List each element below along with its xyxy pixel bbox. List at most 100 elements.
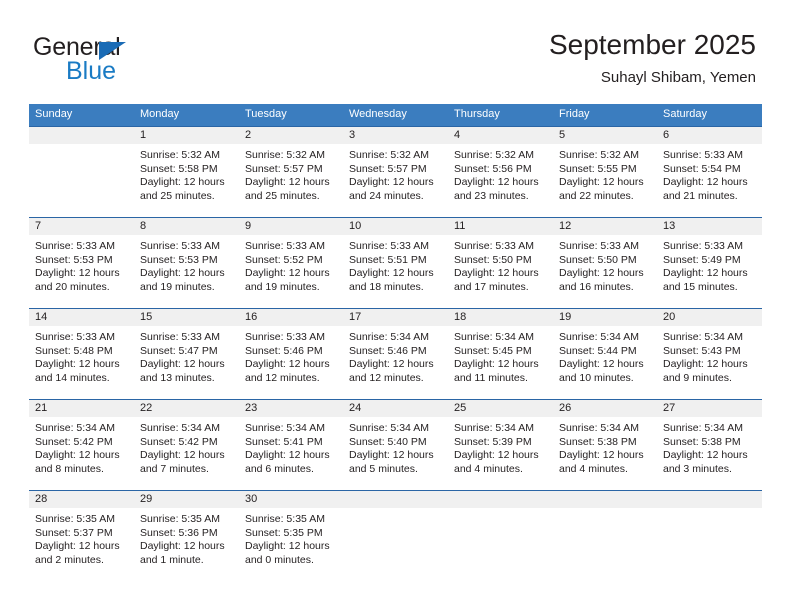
daylight-text-line2: and 7 minutes. [140,462,209,475]
calendar-day-cell[interactable]: 18 Sunrise: 5:34 AM Sunset: 5:45 PM Dayligh… [448,308,553,400]
daylight-text-line2: and 17 minutes. [454,280,529,293]
weekday-header-row: Sunday Monday Tuesday Wednesday Thursday… [29,104,762,127]
calendar-day-cell[interactable]: 25 Sunrise: 5:34 AM Sunset: 5:39 PM Dayligh… [448,399,553,491]
daylight-text-line1: Daylight: 12 hours [35,449,120,462]
calendar-day-cell[interactable]: 29 Sunrise: 5:35 AM Sunset: 5:36 PM Dayligh… [134,490,239,581]
calendar-day-cell[interactable]: 22 Sunrise: 5:34 AM Sunset: 5:42 PM Dayligh… [134,399,239,491]
daylight-text-line2: and 15 minutes. [663,280,738,293]
calendar-day-cell[interactable]: 4 Sunrise: 5:32 AM Sunset: 5:56 PM Daylight… [448,126,553,218]
calendar-day-cell[interactable]: 26 Sunrise: 5:34 AM Sunset: 5:38 PM Dayligh… [553,399,657,491]
day-sun-info: Sunrise: 5:32 AM Sunset: 5:57 PM Daylight:… [239,144,343,203]
day-number: 27 [657,400,762,417]
daylight-text-line1: Daylight: 12 hours [140,449,225,462]
calendar-day-cell[interactable]: 23 Sunrise: 5:34 AM Sunset: 5:41 PM Dayligh… [239,399,343,491]
sunset-text: Sunset: 5:41 PM [245,435,323,448]
sunset-text: Sunset: 5:46 PM [349,344,427,357]
sunset-text: Sunset: 5:49 PM [663,253,741,266]
day-number: 14 [29,309,134,326]
calendar-day-cell[interactable]: 20 Sunrise: 5:34 AM Sunset: 5:43 PM Dayligh… [657,308,762,400]
daylight-text-line2: and 3 minutes. [663,462,732,475]
day-sun-info: Sunrise: 5:33 AM Sunset: 5:50 PM Daylight:… [448,235,553,294]
sunrise-text: Sunrise: 5:33 AM [140,240,220,252]
calendar-day-cell[interactable]: 2 Sunrise: 5:32 AM Sunset: 5:57 PM Daylight… [239,126,343,218]
weekday-header-friday: Friday [553,104,657,127]
day-number: 6 [657,127,762,144]
daylight-text-line1: Daylight: 12 hours [349,449,434,462]
calendar-day-cell[interactable]: 19 Sunrise: 5:34 AM Sunset: 5:44 PM Dayligh… [553,308,657,400]
calendar-day-cell[interactable]: 7 Sunrise: 5:33 AM Sunset: 5:53 PM Daylight… [29,217,134,309]
day-sun-info: Sunrise: 5:33 AM Sunset: 5:47 PM Daylight:… [134,326,239,385]
daylight-text-line1: Daylight: 12 hours [35,540,120,553]
day-number: 8 [134,218,239,235]
calendar-day-cell[interactable]: 11 Sunrise: 5:33 AM Sunset: 5:50 PM Dayligh… [448,217,553,309]
day-number: 23 [239,400,343,417]
title-block: September 2025 Suhayl Shibam, Yemen [549,28,756,87]
sunset-text: Sunset: 5:51 PM [349,253,427,266]
day-number: 3 [343,127,448,144]
sunrise-text: Sunrise: 5:33 AM [349,240,429,252]
day-number: 4 [448,127,553,144]
calendar-day-cell[interactable]: 17 Sunrise: 5:34 AM Sunset: 5:46 PM Dayligh… [343,308,448,400]
sunset-text: Sunset: 5:38 PM [559,435,637,448]
day-sun-info: Sunrise: 5:34 AM Sunset: 5:43 PM Daylight:… [657,326,762,385]
daylight-text-line2: and 19 minutes. [245,280,320,293]
weekday-header-thursday: Thursday [448,104,553,127]
calendar-day-cell[interactable]: 1 Sunrise: 5:32 AM Sunset: 5:58 PM Daylight… [134,126,239,218]
sunset-text: Sunset: 5:53 PM [140,253,218,266]
sunrise-text: Sunrise: 5:34 AM [663,422,743,434]
calendar-day-cell[interactable]: 8 Sunrise: 5:33 AM Sunset: 5:53 PM Daylight… [134,217,239,309]
day-sun-info: Sunrise: 5:34 AM Sunset: 5:38 PM Daylight:… [657,417,762,476]
weekday-header-sunday: Sunday [29,104,134,127]
daylight-text-line1: Daylight: 12 hours [559,449,644,462]
day-number: 9 [239,218,343,235]
calendar-day-cell[interactable]: 27 Sunrise: 5:34 AM Sunset: 5:38 PM Dayligh… [657,399,762,491]
daylight-text-line1: Daylight: 12 hours [559,358,644,371]
sunset-text: Sunset: 5:36 PM [140,526,218,539]
sunrise-text: Sunrise: 5:34 AM [454,331,534,343]
day-number: 22 [134,400,239,417]
calendar-day-cell[interactable]: 9 Sunrise: 5:33 AM Sunset: 5:52 PM Daylight… [239,217,343,309]
calendar-grid: Sunday Monday Tuesday Wednesday Thursday… [29,104,762,581]
sunrise-text: Sunrise: 5:34 AM [559,422,639,434]
daylight-text-line2: and 4 minutes. [454,462,523,475]
calendar-day-cell[interactable]: 3 Sunrise: 5:32 AM Sunset: 5:57 PM Daylight… [343,126,448,218]
calendar-day-cell[interactable]: 14 Sunrise: 5:33 AM Sunset: 5:48 PM Dayligh… [29,308,134,400]
daylight-text-line2: and 4 minutes. [559,462,628,475]
weekday-header-saturday: Saturday [657,104,762,127]
calendar-day-cell[interactable]: 6 Sunrise: 5:33 AM Sunset: 5:54 PM Daylight… [657,126,762,218]
daylight-text-line1: Daylight: 12 hours [140,176,225,189]
daylight-text-line1: Daylight: 12 hours [245,358,330,371]
calendar-day-cell[interactable]: 24 Sunrise: 5:34 AM Sunset: 5:40 PM Dayligh… [343,399,448,491]
daylight-text-line2: and 24 minutes. [349,189,424,202]
sunset-text: Sunset: 5:57 PM [349,162,427,175]
calendar-week-row: 7 Sunrise: 5:33 AM Sunset: 5:53 PM Daylight… [29,217,762,309]
calendar-table: Sunday Monday Tuesday Wednesday Thursday… [29,104,762,581]
calendar-week-row: 1 Sunrise: 5:32 AM Sunset: 5:58 PM Daylight… [29,126,762,218]
calendar-day-cell[interactable]: 21 Sunrise: 5:34 AM Sunset: 5:42 PM Dayligh… [29,399,134,491]
daylight-text-line1: Daylight: 12 hours [35,358,120,371]
calendar-day-cell[interactable]: 12 Sunrise: 5:33 AM Sunset: 5:50 PM Dayligh… [553,217,657,309]
weekday-header-monday: Monday [134,104,239,127]
day-sun-info: Sunrise: 5:34 AM Sunset: 5:42 PM Daylight:… [134,417,239,476]
day-sun-info: Sunrise: 5:33 AM Sunset: 5:52 PM Daylight:… [239,235,343,294]
calendar-empty-cell [29,126,134,218]
sunset-text: Sunset: 5:54 PM [663,162,741,175]
calendar-day-cell[interactable]: 28 Sunrise: 5:35 AM Sunset: 5:37 PM Dayligh… [29,490,134,581]
calendar-day-cell[interactable]: 5 Sunrise: 5:32 AM Sunset: 5:55 PM Daylight… [553,126,657,218]
generalblue-logo[interactable]: General Blue [33,33,233,85]
calendar-day-cell[interactable]: 16 Sunrise: 5:33 AM Sunset: 5:46 PM Dayligh… [239,308,343,400]
sunrise-text: Sunrise: 5:32 AM [454,149,534,161]
calendar-day-cell[interactable]: 30 Sunrise: 5:35 AM Sunset: 5:35 PM Dayligh… [239,490,343,581]
sunset-text: Sunset: 5:45 PM [454,344,532,357]
day-sun-info: Sunrise: 5:34 AM Sunset: 5:38 PM Daylight:… [553,417,657,476]
daylight-text-line1: Daylight: 12 hours [663,176,748,189]
day-number [448,491,553,508]
daylight-text-line1: Daylight: 12 hours [663,267,748,280]
day-sun-info: Sunrise: 5:34 AM Sunset: 5:44 PM Daylight:… [553,326,657,385]
day-number: 10 [343,218,448,235]
calendar-day-cell[interactable]: 13 Sunrise: 5:33 AM Sunset: 5:49 PM Dayligh… [657,217,762,309]
calendar-day-cell[interactable]: 10 Sunrise: 5:33 AM Sunset: 5:51 PM Dayligh… [343,217,448,309]
daylight-text-line2: and 0 minutes. [245,553,314,566]
day-sun-info: Sunrise: 5:32 AM Sunset: 5:56 PM Daylight:… [448,144,553,203]
calendar-day-cell[interactable]: 15 Sunrise: 5:33 AM Sunset: 5:47 PM Dayligh… [134,308,239,400]
